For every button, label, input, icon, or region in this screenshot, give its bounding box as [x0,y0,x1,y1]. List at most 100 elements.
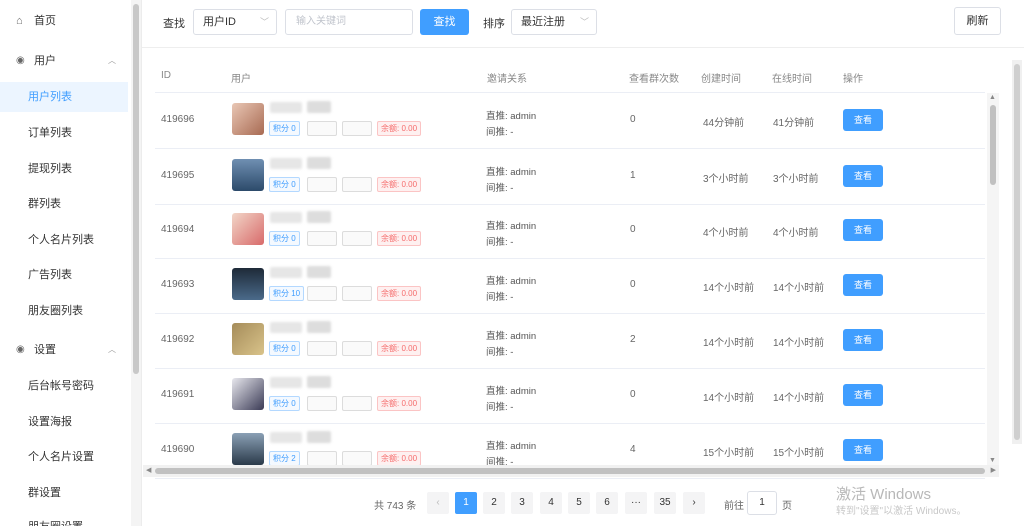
next-page-button[interactable]: › [683,492,705,514]
blurred-tag: x [307,231,337,246]
page-button[interactable]: 35 [654,492,676,514]
balance-tag: 余额: 0.00 [377,286,422,301]
scrollbar-thumb[interactable] [133,4,139,374]
scrollbar-thumb[interactable] [155,468,985,474]
indirect-referrer: 间推: - [486,292,514,303]
search-input[interactable]: 输入关键词 [285,9,413,35]
column-header-created: 创建时间 [701,74,741,85]
direct-referrer: 直推: admin [486,276,537,287]
view-button[interactable]: 查看 [843,165,883,187]
scroll-left-icon[interactable]: ◀ [146,466,151,474]
created-time: 3个小时前 [703,174,749,185]
sidebar-item-home[interactable]: ⌂ 首页 [0,6,128,36]
pagination-total: 共 743 条 [374,501,417,512]
sidebar-group-label: 用户 [34,55,56,67]
blurred-nickname [307,431,331,443]
points-tag: 积分 2 [269,451,300,466]
online-time: 4个小时前 [773,228,819,239]
online-time: 41分钟前 [773,118,815,129]
scrollbar-thumb[interactable] [990,105,996,185]
direct-referrer: 直推: admin [486,167,537,178]
blurred-nickname [270,377,302,388]
blurred-tag: x [342,396,372,411]
direct-referrer: 直推: admin [486,111,537,122]
view-button[interactable]: 查看 [843,109,883,131]
page-scrollbar[interactable] [1012,60,1022,444]
table-row: 419693积分 10xx余额: 0.00直推: admin间推: -014个小… [155,259,985,314]
page-ellipsis[interactable]: ··· [625,492,647,514]
view-button[interactable]: 查看 [843,219,883,241]
sidebar-item-order-list[interactable]: 订单列表 [0,118,128,148]
balance-tag: 余额: 0.00 [377,177,422,192]
online-time: 14个小时前 [773,338,825,349]
points-tag: 积分 0 [269,121,300,136]
sidebar-item-ad-list[interactable]: 广告列表 [0,260,128,290]
avatar [232,378,264,410]
sidebar-item-group-settings[interactable]: 群设置 [0,478,128,508]
blurred-tag: x [342,341,372,356]
user-id: 419693 [161,279,195,290]
user-id: 419694 [161,224,195,235]
direct-referrer: 直推: admin [486,441,537,452]
select-value: 最近注册 [521,16,565,28]
sidebar-item-moments-settings[interactable]: 朋友圈设置 [0,512,128,526]
view-button[interactable]: 查看 [843,439,883,461]
sidebar-item-moments-list[interactable]: 朋友圈列表 [0,296,128,326]
direct-referrer: 直推: admin [486,331,537,342]
page-button[interactable]: 6 [596,492,618,514]
scroll-up-icon[interactable]: ▲ [989,94,996,101]
balance-tag: 余额: 0.00 [377,451,422,466]
goto-page-input[interactable]: 1 [747,491,777,515]
column-header-action: 操作 [843,74,863,85]
points-tag: 积分 10 [269,286,305,301]
blurred-tag: x [342,231,372,246]
location-pin-icon: ◉ [16,55,25,66]
sidebar-item-withdraw-list[interactable]: 提现列表 [0,154,128,184]
blurred-nickname [307,321,331,333]
user-id: 419696 [161,114,195,125]
search-field-select[interactable]: 用户ID ﹀ [193,9,277,35]
blurred-nickname [270,432,302,443]
sort-label: 排序 [483,18,505,30]
balance-tag: 余额: 0.00 [377,396,422,411]
sidebar-item-card-list[interactable]: 个人名片列表 [0,225,128,255]
sidebar-group-settings[interactable]: ◉ 设置 ︿ [0,335,128,365]
sidebar-item-group-list[interactable]: 群列表 [0,189,128,219]
sidebar-item-poster[interactable]: 设置海报 [0,407,128,437]
scrollbar-thumb[interactable] [1014,64,1020,440]
sidebar-item-user-list[interactable]: 用户列表 [0,82,128,112]
view-button[interactable]: 查看 [843,329,883,351]
search-button[interactable]: 查找 [420,9,469,35]
sidebar-scrollbar[interactable] [131,0,141,526]
blurred-nickname [307,211,331,223]
chevron-down-icon: ﹀ [579,17,589,27]
blurred-tag: x [342,451,372,466]
sidebar-item-card-settings[interactable]: 个人名片设置 [0,442,128,472]
view-button[interactable]: 查看 [843,274,883,296]
table-horizontal-scrollbar[interactable]: ◀ ▶ [143,465,999,477]
prev-page-button[interactable]: ‹ [427,492,449,514]
created-time: 44分钟前 [703,118,745,129]
page-button[interactable]: 2 [483,492,505,514]
page-button[interactable]: 5 [568,492,590,514]
view-button[interactable]: 查看 [843,384,883,406]
page-button[interactable]: 3 [511,492,533,514]
avatar [232,103,264,135]
scroll-right-icon[interactable]: ▶ [991,466,996,474]
refresh-button[interactable]: 刷新 [954,7,1001,35]
sidebar-group-user[interactable]: ◉ 用户 ︿ [0,46,128,76]
goto-label: 前往 [724,501,744,512]
online-time: 15个小时前 [773,448,825,459]
column-header-id: ID [161,70,171,81]
chevron-down-icon: ﹀ [259,17,269,27]
sort-select[interactable]: 最近注册 ﹀ [511,9,597,35]
page-button[interactable]: 4 [540,492,562,514]
page-button[interactable]: 1 [455,492,477,514]
blurred-nickname [270,322,302,333]
direct-referrer: 直推: admin [486,221,537,232]
sidebar-item-admin-password[interactable]: 后台帐号密码 [0,371,128,401]
table-vertical-scrollbar[interactable]: ▲ ▼ [987,93,999,465]
scroll-down-icon[interactable]: ▼ [989,457,996,464]
chevron-up-icon: ︿ [108,345,116,354]
blurred-nickname [270,158,302,169]
